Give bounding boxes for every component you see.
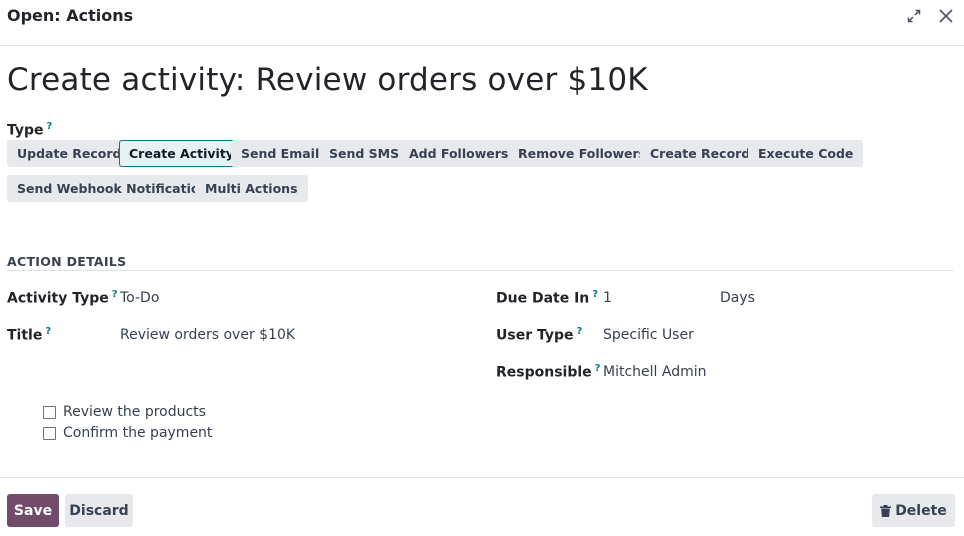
- discard-button[interactable]: Discard: [65, 494, 133, 527]
- due-date-value-field[interactable]: 1: [603, 290, 612, 306]
- checklist-item[interactable]: Review the products: [43, 404, 206, 420]
- type-option-label: Create Activity: [129, 146, 234, 161]
- type-option-remove-followers[interactable]: Remove Followers: [508, 140, 657, 167]
- type-option-label: Execute Code: [758, 146, 854, 161]
- type-option-label: Multi Actions: [205, 181, 298, 196]
- close-icon[interactable]: [935, 5, 957, 27]
- section-title-action-details: ACTION DETAILS: [7, 254, 127, 269]
- checklist-item-label: Review the products: [63, 404, 206, 420]
- trash-icon: [880, 504, 892, 517]
- help-tooltip-icon[interactable]: ?: [577, 326, 583, 337]
- type-option-label: Send Email: [241, 146, 320, 161]
- section-divider: [7, 270, 953, 271]
- title-label: Title?: [7, 326, 52, 344]
- checkbox[interactable]: [43, 426, 56, 440]
- help-tooltip-icon[interactable]: ?: [592, 289, 598, 300]
- help-tooltip-icon[interactable]: ?: [47, 121, 53, 132]
- type-option-label: Create Record: [650, 146, 751, 161]
- type-option-execute-code[interactable]: Execute Code: [748, 140, 864, 167]
- footer-divider: [0, 477, 964, 478]
- type-option-label: Send SMS: [329, 146, 400, 161]
- type-option-update-record[interactable]: Update Record: [7, 140, 132, 167]
- type-option-label: Remove Followers: [518, 146, 647, 161]
- activity-type-field[interactable]: To-Do: [120, 290, 159, 306]
- due-date-label: Due Date In?: [496, 289, 599, 307]
- responsible-field[interactable]: Mitchell Admin: [603, 364, 707, 380]
- expand-icon[interactable]: [903, 5, 925, 27]
- dialog-title: Open: Actions: [7, 6, 134, 25]
- type-option-send-webhook-notification[interactable]: Send Webhook Notification: [7, 175, 219, 202]
- checklist-item-label: Confirm the payment: [63, 425, 213, 441]
- title-field[interactable]: Review orders over $10K: [120, 327, 295, 343]
- help-tooltip-icon[interactable]: ?: [112, 289, 118, 300]
- user-type-label: User Type?: [496, 326, 583, 344]
- record-title[interactable]: Create activity: Review orders over $10K: [7, 62, 648, 98]
- type-option-multi-actions[interactable]: Multi Actions: [195, 175, 308, 202]
- due-date-unit-select[interactable]: Days: [720, 290, 755, 306]
- dialog-header: Open: Actions: [0, 0, 964, 46]
- help-tooltip-icon[interactable]: ?: [45, 326, 51, 337]
- checklist-item[interactable]: Confirm the payment: [43, 425, 212, 441]
- responsible-label: Responsible?: [496, 363, 601, 381]
- delete-button[interactable]: Delete: [872, 494, 955, 527]
- type-option-label: Add Followers: [409, 146, 509, 161]
- user-type-field[interactable]: Specific User: [603, 327, 694, 343]
- type-option-add-followers[interactable]: Add Followers: [399, 140, 519, 167]
- help-tooltip-icon[interactable]: ?: [595, 363, 601, 374]
- type-option-label: Send Webhook Notification: [17, 181, 209, 196]
- delete-button-label: Delete: [895, 502, 947, 519]
- checkbox[interactable]: [43, 405, 56, 419]
- type-label: Type?: [7, 121, 53, 139]
- type-option-send-email[interactable]: Send Email: [231, 140, 330, 167]
- type-option-create-record[interactable]: Create Record: [640, 140, 761, 167]
- activity-type-label: Activity Type?: [7, 289, 118, 307]
- save-button[interactable]: Save: [7, 494, 59, 527]
- type-option-create-activity[interactable]: Create Activity: [119, 140, 244, 167]
- type-option-label: Update Record: [17, 146, 122, 161]
- type-option-send-sms[interactable]: Send SMS: [319, 140, 410, 167]
